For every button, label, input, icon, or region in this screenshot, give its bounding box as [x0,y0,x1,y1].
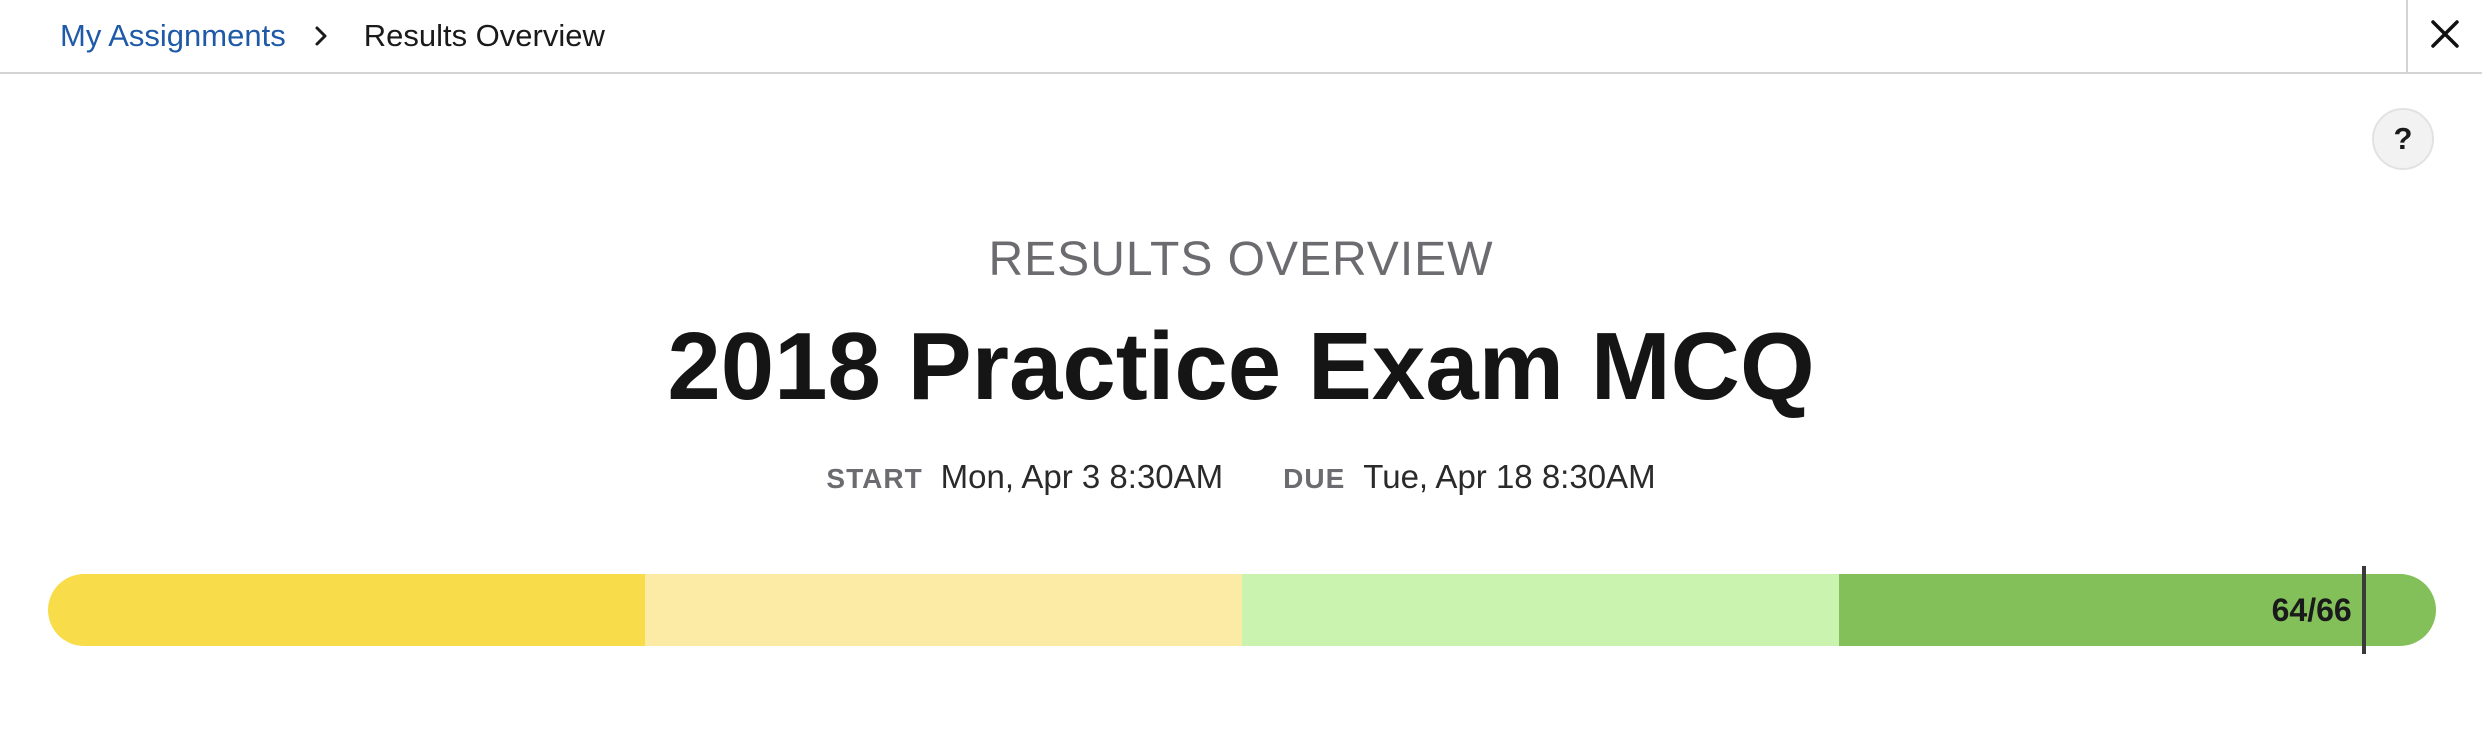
score-bar-segment-3 [1242,574,1839,646]
close-button[interactable] [2406,0,2482,72]
help-button[interactable]: ? [2372,108,2434,170]
help-icon: ? [2393,121,2413,156]
start-label: START [826,463,923,494]
assignment-dates: START Mon, Apr 3 8:30AM DUE Tue, Apr 18 … [0,458,2482,496]
page-title: 2018 Practice Exam MCQ [667,313,1815,420]
breadcrumb-current: Results Overview [363,18,605,53]
breadcrumb: My Assignments Results Overview [60,0,605,72]
score-bar-segment-1 [48,574,645,646]
top-bar: My Assignments Results Overview [0,0,2482,74]
due-date: Tue, Apr 18 8:30AM [1363,458,1656,495]
start-date: Mon, Apr 3 8:30AM [940,458,1224,495]
score-bar-segment-2 [645,574,1242,646]
score-text: 64/66 [2271,591,2352,628]
score-progress-bar [48,574,2436,646]
score-marker [2361,566,2366,654]
breadcrumb-my-assignments-link[interactable]: My Assignments [60,18,286,54]
page-subtitle: RESULTS OVERVIEW [988,233,1494,286]
close-icon [2428,17,2462,56]
chevron-right-icon [306,21,336,51]
due-label: DUE [1283,463,1346,494]
